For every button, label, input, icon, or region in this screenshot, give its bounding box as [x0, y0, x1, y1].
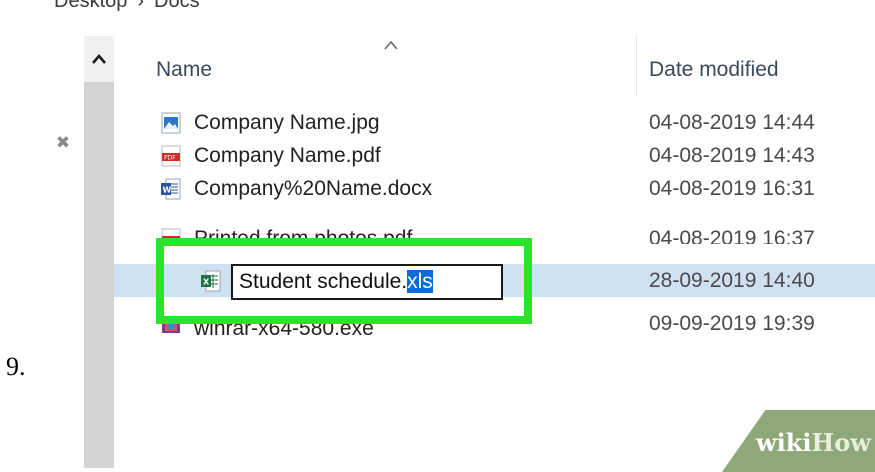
svg-text:X: X — [203, 278, 210, 287]
file-name: Company Name.pdf — [194, 144, 381, 167]
column-date-label: Date modified — [649, 58, 779, 81]
column-divider[interactable] — [636, 36, 637, 96]
rename-selected-extension: xls — [407, 270, 433, 293]
breadcrumb[interactable]: Desktop › Docs — [54, 0, 200, 12]
file-row[interactable]: W Company%20Name.docx 04-08-2019 16:31 — [114, 172, 875, 205]
wikihow-logo: wikiHow — [756, 428, 871, 457]
file-date: 04-08-2019 16:31 — [649, 177, 815, 200]
excel-icon: X — [201, 270, 221, 292]
file-row[interactable]: PDF Company Name.pdf 04-08-2019 14:43 — [114, 139, 875, 172]
file-explorer-window: Desktop › Docs ✖ Name Date modified Compan… — [40, 0, 875, 468]
rename-input[interactable]: Student schedule.xls — [231, 264, 503, 300]
jpg-image-icon — [161, 112, 181, 134]
file-date: 04-08-2019 14:44 — [649, 111, 815, 134]
sort-ascending-icon — [384, 40, 398, 50]
word-doc-icon: W — [161, 178, 181, 200]
file-date: 28-09-2019 14:40 — [649, 269, 815, 292]
file-date: 04-08-2019 14:43 — [649, 144, 815, 167]
breadcrumb-desktop[interactable]: Desktop — [54, 0, 127, 12]
file-date: 09-09-2019 19:39 — [649, 312, 815, 335]
scroll-up-button[interactable] — [84, 36, 114, 82]
step-number: 9. — [6, 352, 26, 381]
file-date: 04-08-2019 16:37 — [649, 227, 815, 244]
quick-access-pane: ✖ — [40, 36, 84, 468]
column-name-label: Name — [156, 58, 213, 81]
svg-text:W: W — [163, 186, 172, 195]
vertical-scrollbar[interactable] — [84, 36, 114, 468]
breadcrumb-separator: › — [137, 0, 145, 12]
pdf-icon: PDF — [161, 145, 181, 167]
file-row[interactable]: Company Name.jpg 04-08-2019 14:44 — [114, 106, 875, 139]
file-name: Company%20Name.docx — [194, 177, 433, 200]
breadcrumb-docs[interactable]: Docs — [154, 0, 200, 12]
chevron-up-icon — [92, 54, 106, 64]
rename-base-text: Student schedule. — [239, 270, 408, 293]
file-name: Company Name.jpg — [194, 111, 380, 134]
svg-text:PDF: PDF — [164, 155, 176, 162]
pin-icon[interactable]: ✖ — [54, 134, 72, 152]
